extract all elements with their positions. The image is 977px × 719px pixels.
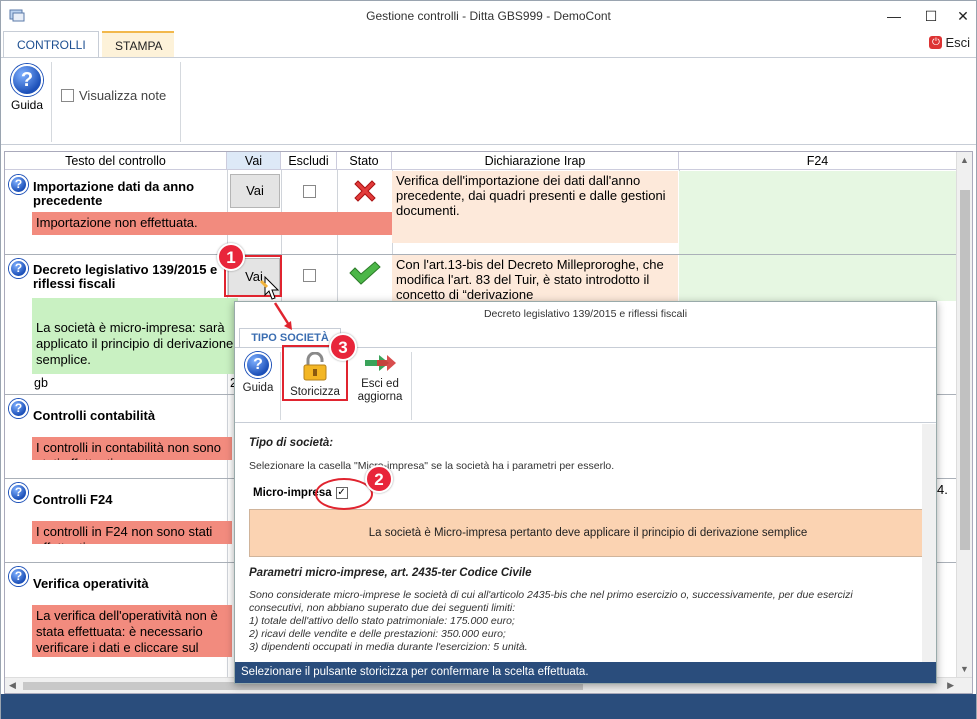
ribbon-tabs: CONTROLLI STAMPA: [1, 31, 976, 57]
tab-controlli[interactable]: CONTROLLI: [3, 31, 99, 57]
window-title: Gestione controlli - Ditta GBS999 - Demo…: [366, 9, 611, 23]
ribbon-separator: [411, 352, 412, 420]
section1-heading: Tipo di società:: [249, 437, 334, 449]
scroll-right-icon[interactable]: ▶: [947, 680, 954, 691]
row-message: I controlli in F24 non sono stati effett…: [32, 521, 232, 544]
header-f24: F24: [679, 152, 957, 170]
header-escludi: Escludi: [281, 152, 337, 170]
dialog-body: Tipo di società: Selezionare la casella …: [235, 424, 936, 664]
guida-label: Guida: [242, 382, 274, 394]
row-title: Verifica operatività: [33, 576, 149, 591]
limit-3: 3) dipendenti occupati in media durante …: [249, 641, 528, 653]
section1-text: Selezionare la casella "Micro-impresa" s…: [249, 460, 615, 472]
note-label: gb: [34, 376, 48, 390]
error-x-icon: [354, 180, 376, 202]
tab-stampa[interactable]: STAMPA: [102, 31, 174, 57]
row-message: La verifica dell'operatività non è stata…: [32, 605, 232, 657]
dialog-guida-button[interactable]: ? Guida: [239, 352, 277, 395]
row-title: Decreto legislativo 139/2015 e riflessi …: [33, 262, 218, 291]
minimize-button[interactable]: —: [882, 5, 906, 27]
scroll-thumb[interactable]: [960, 190, 970, 550]
f24-cell: [679, 255, 956, 301]
section2-intro: Sono considerate micro-imprese le societ…: [249, 589, 853, 614]
highlight-micro-impresa: [315, 478, 373, 510]
row-title: Controlli F24: [33, 492, 113, 507]
step-badge-3: 3: [329, 333, 357, 361]
esci-button[interactable]: ⏻ Esci: [929, 35, 970, 50]
pointer-arrow-icon: [259, 275, 292, 330]
scroll-up-icon[interactable]: ▲: [960, 155, 969, 165]
close-button[interactable]: ✕: [951, 5, 975, 27]
guida-label: Guida: [10, 98, 44, 112]
help-icon[interactable]: ?: [9, 483, 28, 502]
guida-button[interactable]: ? Guida: [7, 64, 47, 112]
esci-line1: Esci ed: [361, 378, 399, 390]
row-title: Importazione dati da anno precedente: [33, 179, 195, 208]
dialog-scrollbar[interactable]: [922, 424, 936, 664]
dialog-status-bar: Selezionare il pulsante storicizza per c…: [235, 662, 936, 683]
info-box: La società è Micro-impresa pertanto deve…: [249, 509, 927, 557]
header-testo: Testo del controllo: [5, 152, 227, 170]
status-bar: [1, 694, 976, 719]
scroll-left-icon[interactable]: ◀: [9, 680, 16, 691]
header-vai: Vai: [227, 152, 281, 170]
step-badge-1: 1: [217, 243, 245, 271]
f24-fragment: 4.: [937, 482, 948, 497]
vai-button[interactable]: Vai: [230, 174, 280, 208]
row-title: Controlli contabilità: [33, 408, 156, 423]
visualizza-note-checkbox[interactable]: Visualizza note: [61, 88, 166, 103]
esci-label: Esci: [945, 35, 970, 50]
header-irap: Dichiarazione Irap: [392, 152, 679, 170]
section2-heading: Parametri micro-imprese, art. 2435-ter C…: [249, 567, 532, 579]
ribbon-separator: [51, 62, 52, 142]
ribbon-separator: [280, 352, 281, 420]
dialog-title: Decreto legislativo 139/2015 e riflessi …: [483, 308, 688, 320]
help-icon[interactable]: ?: [9, 399, 28, 418]
main-window: Gestione controlli - Ditta GBS999 - Demo…: [0, 0, 977, 719]
limit-2: 2) ricavi delle vendite e delle prestazi…: [249, 628, 506, 640]
esci-aggiorna-button[interactable]: Esci ed aggiorna: [351, 352, 409, 404]
esci-line2: aggiorna: [357, 391, 403, 403]
header-stato: Stato: [337, 152, 392, 170]
irap-text: Verifica dell'importazione dei dati dall…: [392, 171, 678, 243]
escludi-checkbox[interactable]: [303, 185, 316, 198]
help-icon: ?: [245, 352, 271, 378]
help-icon[interactable]: ?: [9, 259, 28, 278]
f24-cell: [679, 171, 956, 255]
ribbon: ? Guida Visualizza note: [1, 57, 976, 145]
help-icon[interactable]: ?: [9, 567, 28, 586]
scroll-down-icon[interactable]: ▼: [960, 664, 969, 674]
exit-arrow-icon: [365, 355, 396, 371]
row-message: I controlli in contabilità non sono stat…: [32, 437, 232, 460]
power-icon: ⏻: [929, 36, 943, 49]
vertical-scrollbar[interactable]: ▲ ▼: [956, 152, 972, 677]
irap-text: Con l'art.13-bis del Decreto Milleprorog…: [392, 255, 678, 301]
row-message: Importazione non effettuata.: [32, 212, 392, 235]
row-message: La società è micro-impresa: sarà applica…: [32, 298, 238, 374]
ok-check-icon: [349, 261, 381, 285]
limit-1: 1) totale dell'attivo dello stato patrim…: [249, 615, 515, 627]
visualizza-note-label: Visualizza note: [79, 88, 167, 103]
help-icon: ?: [11, 64, 43, 96]
step-badge-2: 2: [365, 465, 393, 493]
help-icon[interactable]: ?: [9, 175, 28, 194]
checkbox-box: [61, 89, 74, 102]
maximize-button[interactable]: ☐: [919, 5, 943, 27]
title-bar: Gestione controlli - Ditta GBS999 - Demo…: [1, 1, 976, 31]
ribbon-separator: [180, 62, 181, 142]
escludi-checkbox[interactable]: [303, 269, 316, 282]
